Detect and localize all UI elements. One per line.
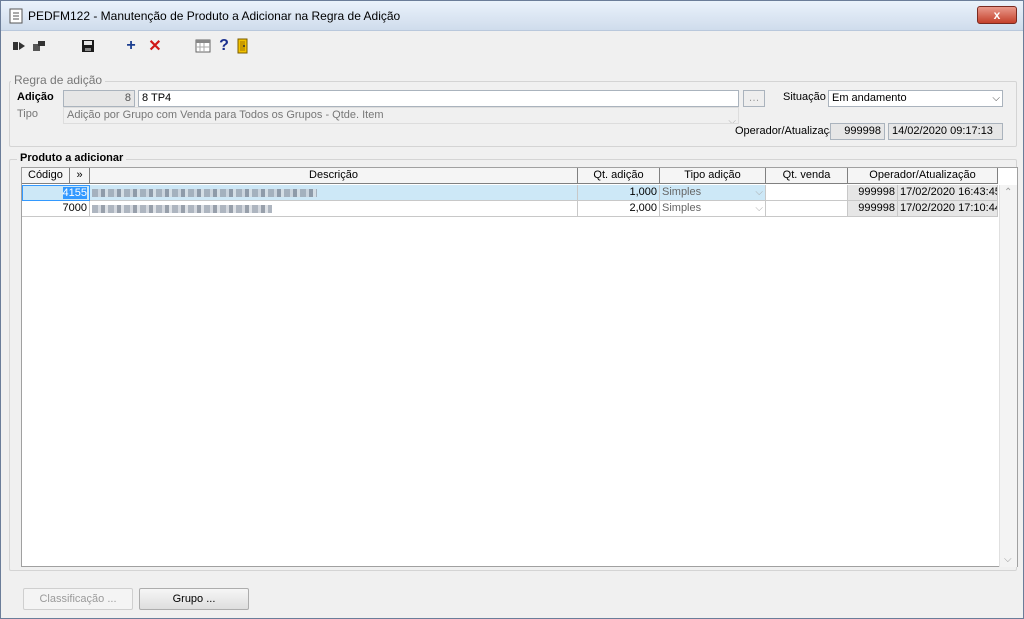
cell-operador: 999998 xyxy=(848,201,898,217)
col-header-tipo-adicao[interactable]: Tipo adição xyxy=(660,168,766,184)
main-window: PEDFM122 - Manutenção de Produto a Adici… xyxy=(0,0,1024,619)
next-icon[interactable] xyxy=(29,36,49,56)
produto-table: Código » Descrição Qt. adição Tipo adiçã… xyxy=(21,167,1018,567)
cell-atualizacao: 17/02/2020 16:43:45 xyxy=(898,185,998,201)
codigo-value: 4155 xyxy=(62,187,87,199)
previous-icon[interactable] xyxy=(9,36,29,56)
col-header-more[interactable]: » xyxy=(70,168,90,184)
adicao-description-field[interactable]: 8 TP4 xyxy=(138,90,739,107)
cell-qt-adicao[interactable]: 1,000 xyxy=(578,185,660,201)
chevron-down-icon: ⌵ xyxy=(728,116,736,124)
situacao-value: Em andamento xyxy=(832,92,907,104)
cell-codigo[interactable]: 4155 xyxy=(22,185,90,201)
adicao-label: Adição xyxy=(17,91,54,103)
chevron-down-icon: ⌵ xyxy=(755,187,763,198)
cell-qt-venda[interactable] xyxy=(766,185,848,201)
cell-tipo-adicao[interactable]: Simples ⌵ xyxy=(660,185,766,201)
lookup-button[interactable]: … xyxy=(743,90,765,107)
cell-descricao[interactable] xyxy=(90,185,578,201)
chevron-down-icon[interactable]: ⌵ xyxy=(1004,554,1012,565)
regra-legend: Regra de adição xyxy=(11,73,106,87)
help-icon[interactable]: ? xyxy=(214,36,234,56)
close-button[interactable]: x xyxy=(977,6,1017,24)
vertical-scrollbar[interactable]: ⌃ ⌵ xyxy=(999,185,1017,567)
situacao-label: Situação xyxy=(783,91,826,103)
col-header-codigo[interactable]: Código xyxy=(22,168,70,184)
col-header-operador[interactable]: Operador/Atualização xyxy=(848,168,998,184)
chevron-down-icon: ⌵ xyxy=(992,93,1000,104)
window-title: PEDFM122 - Manutenção de Produto a Adici… xyxy=(28,9,401,23)
col-header-descricao[interactable]: Descrição xyxy=(90,168,578,184)
atualizacao-field: 14/02/2020 09:17:13 xyxy=(888,123,1003,140)
toolbar: + ✕ ? xyxy=(1,32,1023,60)
cell-operador: 999998 xyxy=(848,185,898,201)
operador-label: Operador/Atualização xyxy=(735,125,842,137)
tipo-select: Adição por Grupo com Venda para Todos os… xyxy=(63,107,739,124)
operador-field: 999998 xyxy=(830,123,885,140)
col-header-qt-adicao[interactable]: Qt. adição xyxy=(578,168,660,184)
situacao-select[interactable]: Em andamento ⌵ xyxy=(828,90,1003,107)
save-icon[interactable] xyxy=(78,36,98,56)
col-header-qt-venda[interactable]: Qt. venda xyxy=(766,168,848,184)
cell-codigo[interactable]: 7000 xyxy=(22,201,90,217)
classificacao-button[interactable]: Classificação ... xyxy=(23,588,133,610)
document-icon xyxy=(9,8,23,24)
delete-icon[interactable]: ✕ xyxy=(145,36,165,56)
chevron-up-icon[interactable]: ⌃ xyxy=(1004,187,1012,198)
cell-descricao[interactable] xyxy=(90,201,578,217)
adicao-number-field: 8 xyxy=(63,90,135,107)
table-row[interactable]: 4155 1,000 Simples ⌵ 999998 17/02/2020 1… xyxy=(22,185,998,201)
cell-qt-adicao[interactable]: 2,000 xyxy=(578,201,660,217)
tipo-value: Adição por Grupo com Venda para Todos os… xyxy=(67,109,384,121)
add-icon[interactable]: + xyxy=(121,36,141,56)
chevron-down-icon: ⌵ xyxy=(755,203,763,214)
redacted-text xyxy=(92,189,317,197)
title-bar: PEDFM122 - Manutenção de Produto a Adici… xyxy=(1,1,1023,31)
calendar-icon[interactable] xyxy=(193,36,213,56)
tipo-adicao-value: Simples xyxy=(662,186,702,198)
tipo-label: Tipo xyxy=(17,108,38,120)
cell-atualizacao: 17/02/2020 17:10:44 xyxy=(898,201,998,217)
exit-icon[interactable] xyxy=(233,36,253,56)
redacted-text xyxy=(92,205,272,213)
tipo-adicao-value: Simples xyxy=(662,202,702,214)
cell-qt-venda[interactable] xyxy=(766,201,848,217)
produto-legend: Produto a adicionar xyxy=(17,152,127,164)
table-row[interactable]: 7000 2,000 Simples ⌵ 999998 17/02/2020 1… xyxy=(22,201,998,217)
cell-tipo-adicao[interactable]: Simples ⌵ xyxy=(660,201,766,217)
grupo-button[interactable]: Grupo ... xyxy=(139,588,249,610)
